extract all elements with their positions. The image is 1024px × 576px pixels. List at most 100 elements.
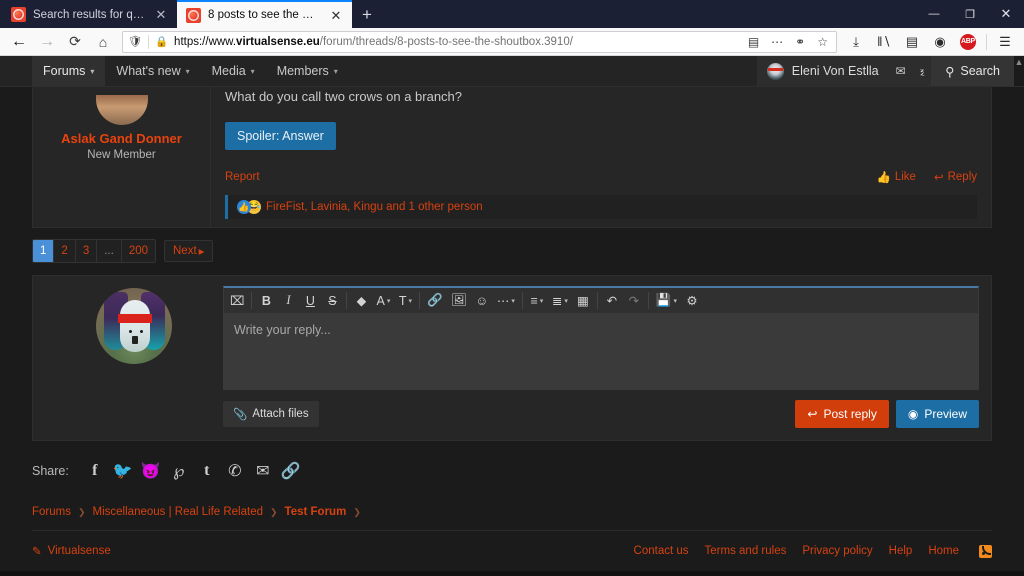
- bookmark-star-icon[interactable]: ☆: [814, 35, 831, 49]
- account-menu[interactable]: Eleni Von Estlla: [756, 56, 889, 86]
- inbox-icon[interactable]: ✉: [888, 56, 913, 86]
- menu-icon[interactable]: ☰: [992, 30, 1018, 54]
- breadcrumb-item-forums[interactable]: Forums: [32, 506, 71, 518]
- reply-textarea[interactable]: Write your reply...: [224, 314, 978, 389]
- page-button-1[interactable]: 1: [33, 240, 55, 262]
- reply-button[interactable]: ↩ Reply: [934, 170, 977, 184]
- chevron-down-icon[interactable]: ▾: [251, 67, 255, 76]
- undo-icon[interactable]: ↶: [601, 288, 623, 314]
- alerts-bell-icon[interactable]: ⲝ: [912, 56, 932, 86]
- pinterest-icon[interactable]: ℘: [165, 458, 193, 484]
- bold-icon[interactable]: B: [255, 288, 277, 314]
- forum-nav-left: Forums ▾ What's new ▾ Media ▾ Members ▾: [0, 56, 349, 86]
- close-icon[interactable]: ✕: [328, 7, 344, 23]
- footer-link-home[interactable]: Home: [928, 545, 959, 557]
- preview-button[interactable]: ◉ Preview: [895, 400, 979, 428]
- home-icon[interactable]: ⌂: [90, 30, 116, 54]
- more-options-icon[interactable]: ⋯ ▾: [493, 288, 519, 314]
- reactions-text[interactable]: FireFist, Lavinia, Kingu and 1 other per…: [266, 201, 483, 213]
- post-author-name[interactable]: Aslak Gand Donner: [43, 131, 200, 146]
- breadcrumb-item-test-forum[interactable]: Test Forum: [285, 506, 347, 518]
- nav-item-media[interactable]: Media ▾: [201, 56, 266, 86]
- nav-item-whats-new[interactable]: What's new ▾: [105, 56, 200, 86]
- editor-settings-icon[interactable]: ⚙: [681, 288, 703, 314]
- rss-icon[interactable]: [979, 544, 992, 558]
- nav-item-forums[interactable]: Forums ▾: [32, 56, 106, 86]
- adblock-plus-icon[interactable]: ABP: [955, 30, 981, 54]
- spoiler-button[interactable]: Spoiler: Answer: [225, 122, 336, 150]
- text-color-icon[interactable]: ◆: [350, 288, 372, 314]
- close-icon[interactable]: ✕: [153, 7, 169, 23]
- strikethrough-icon[interactable]: S: [321, 288, 343, 314]
- nav-item-members[interactable]: Members ▾: [266, 56, 349, 86]
- redo-icon[interactable]: ↷: [623, 288, 645, 314]
- next-page-button[interactable]: Next ▸: [164, 240, 214, 262]
- insert-image-icon[interactable]: 🖼: [447, 288, 471, 314]
- account-icon[interactable]: ◉: [927, 30, 953, 54]
- shield-icon[interactable]: 🛡: [128, 35, 142, 48]
- email-icon[interactable]: ✉: [249, 458, 277, 484]
- insert-link-icon[interactable]: 🔗: [423, 288, 447, 314]
- report-link[interactable]: Report: [225, 171, 260, 183]
- footer-link-privacy-policy[interactable]: Privacy policy: [802, 545, 872, 557]
- minimize-icon[interactable]: —: [916, 0, 952, 28]
- avatar[interactable]: [96, 288, 172, 364]
- close-window-icon[interactable]: ✕: [988, 0, 1024, 28]
- chevron-down-icon: ▾: [673, 297, 677, 305]
- browser-tab-1[interactable]: Search results for query: space ✕: [2, 1, 177, 28]
- reload-icon[interactable]: ⟳: [62, 30, 88, 54]
- chevron-down-icon[interactable]: ▾: [186, 67, 190, 76]
- reader-view-icon[interactable]: ▤: [745, 35, 762, 49]
- italic-icon[interactable]: I: [277, 288, 299, 314]
- chevron-down-icon[interactable]: ▾: [90, 67, 94, 76]
- browser-tab-2[interactable]: 8 posts to see the Shoutbox... | ✕: [177, 0, 352, 28]
- page-actions-icon[interactable]: ⋯: [768, 35, 786, 49]
- font-size-icon[interactable]: T ▾: [394, 288, 416, 314]
- nav-item-label: What's new: [116, 64, 181, 78]
- insert-table-icon[interactable]: ▦: [572, 288, 594, 314]
- underline-icon[interactable]: U: [299, 288, 321, 314]
- avatar-face: [120, 300, 150, 352]
- browser-window: Search results for query: space ✕ 8 post…: [0, 0, 1024, 576]
- list-icon[interactable]: ≣ ▾: [548, 288, 572, 314]
- downloads-icon[interactable]: ⤓: [843, 30, 869, 54]
- sidebar-icon[interactable]: ▤: [899, 30, 925, 54]
- like-button[interactable]: 👍 Like: [877, 170, 916, 184]
- insert-smilie-icon[interactable]: ☺: [471, 288, 493, 314]
- back-icon[interactable]: ←: [6, 30, 32, 54]
- toolbar-separator: [346, 292, 348, 309]
- library-icon[interactable]: ‖∖: [871, 30, 897, 54]
- drafts-icon[interactable]: 💾 ▾: [652, 288, 681, 314]
- post-reply-button[interactable]: ↩ Post reply: [795, 400, 889, 428]
- footer-link-contact-us[interactable]: Contact us: [634, 545, 689, 557]
- chevron-down-icon[interactable]: ▾: [334, 67, 338, 76]
- copy-link-icon[interactable]: 🔗: [277, 458, 305, 484]
- tab-title: 8 posts to see the Shoutbox... |: [208, 9, 321, 21]
- address-bar[interactable]: 🛡 🔒 https://www.virtualsense.eu/forum/th…: [122, 30, 837, 53]
- new-tab-button[interactable]: +: [352, 1, 382, 28]
- page-button-2[interactable]: 2: [54, 240, 76, 262]
- search-button[interactable]: ⚲ Search: [931, 56, 1014, 86]
- facebook-icon[interactable]: f: [81, 458, 109, 484]
- text-align-icon[interactable]: ≡ ▾: [526, 288, 548, 314]
- footer-brand[interactable]: ✎ Virtualsense: [32, 544, 111, 558]
- chevron-down-icon: ▾: [511, 297, 515, 305]
- pocket-icon[interactable]: ⚭: [792, 35, 808, 49]
- tumblr-icon[interactable]: t: [193, 458, 221, 484]
- font-family-icon[interactable]: A ▾: [372, 288, 394, 314]
- remove-formatting-icon[interactable]: ⌧: [226, 288, 248, 314]
- avatar[interactable]: [95, 95, 148, 125]
- lock-icon[interactable]: 🔒: [155, 35, 168, 48]
- attach-files-button[interactable]: 📎 Attach files: [223, 401, 319, 427]
- page-button-200[interactable]: 200: [121, 240, 155, 262]
- footer-link-terms-and-rules[interactable]: Terms and rules: [705, 545, 787, 557]
- page-button-3[interactable]: 3: [75, 240, 98, 262]
- twitter-icon[interactable]: 🐦: [109, 458, 137, 484]
- breadcrumb-item-miscellaneous[interactable]: Miscellaneous | Real Life Related: [93, 506, 263, 518]
- page-ellipsis[interactable]: ...: [97, 240, 122, 262]
- footer-link-help[interactable]: Help: [889, 545, 913, 557]
- whatsapp-icon[interactable]: ✆: [221, 458, 249, 484]
- reddit-icon[interactable]: 😈: [137, 458, 165, 484]
- maximize-icon[interactable]: ❐: [952, 0, 988, 28]
- forward-icon[interactable]: →: [34, 30, 60, 54]
